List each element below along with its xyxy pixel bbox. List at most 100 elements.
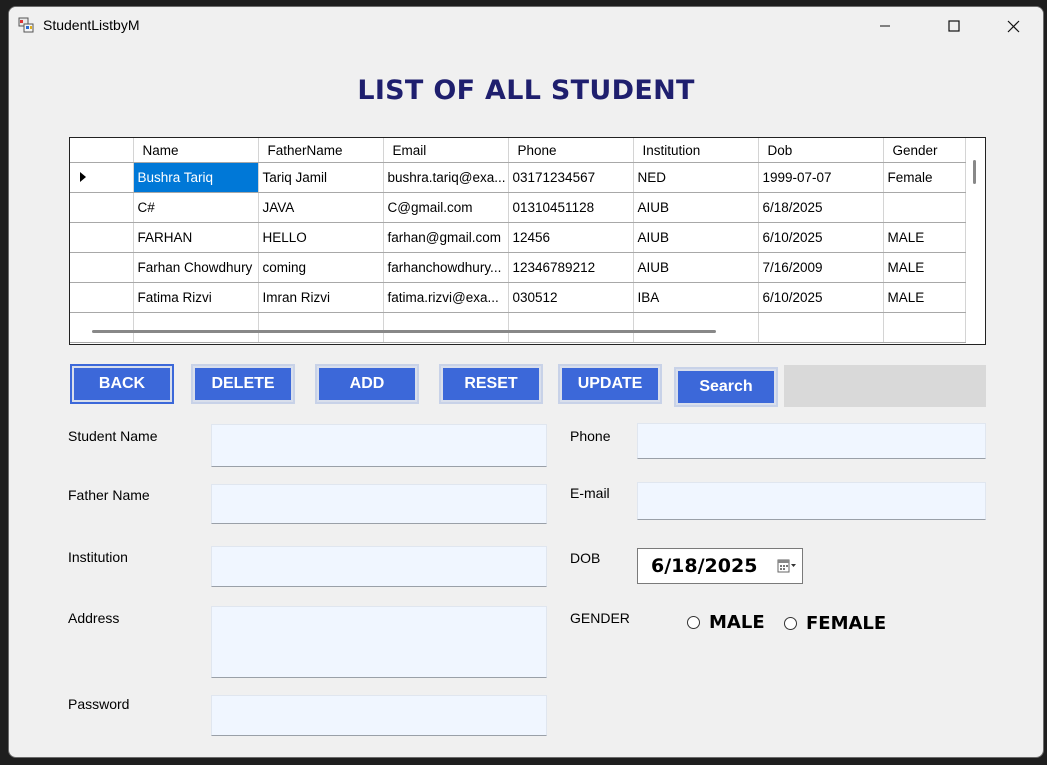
table-cell[interactable]: Imran Rizvi [258,282,384,313]
student-name-field[interactable] [211,424,547,467]
row-header[interactable] [70,222,134,253]
table-cell[interactable]: 12456 [508,222,634,253]
table-cell[interactable] [883,192,966,223]
table-cell[interactable]: 7/16/2009 [758,252,884,283]
row-header[interactable] [70,312,134,343]
back-button-label: BACK [74,368,170,400]
table-cell[interactable]: 1999-07-07 [758,162,884,193]
table-cell[interactable]: 6/10/2025 [758,222,884,253]
add-button[interactable]: ADD [315,364,419,404]
close-button[interactable] [990,7,1036,45]
table-cell[interactable] [883,312,966,343]
delete-button[interactable]: DELETE [191,364,295,404]
table-cell[interactable]: FARHAN [133,222,259,253]
table-cell[interactable]: fatima.rizvi@exa... [383,282,509,313]
dob-date-picker[interactable]: 6/18/2025 [637,548,803,584]
address-field[interactable] [211,606,547,678]
father-name-field[interactable] [211,484,547,524]
close-icon [1007,20,1019,32]
column-header-phone[interactable]: Phone [508,138,634,163]
row-header[interactable] [70,282,134,313]
vertical-scrollbar[interactable] [973,160,976,184]
phone-field[interactable] [637,423,986,459]
table-cell[interactable]: MALE [883,252,966,283]
table-cell[interactable]: coming [258,252,384,283]
table-cell[interactable]: 6/10/2025 [758,282,884,313]
table-cell[interactable]: Bushra Tariq [133,162,259,193]
page-title: LIST OF ALL STUDENT [357,75,695,106]
gender-label: GENDER [570,610,630,626]
table-cell[interactable]: 6/18/2025 [758,192,884,223]
window-title: StudentListbyM [43,17,140,33]
radio-circle-icon [784,617,797,630]
app-icon [18,17,34,33]
table-cell[interactable] [633,312,759,343]
table-row[interactable] [70,312,966,343]
reset-button[interactable]: RESET [439,364,543,404]
table-row[interactable]: FARHAN HELLO farhan@gmail.com 12456 AIUB… [70,222,966,253]
column-header-dob[interactable]: Dob [758,138,884,163]
table-cell[interactable]: MALE [883,282,966,313]
table-cell[interactable]: farhanchowdhury... [383,252,509,283]
table-cell[interactable]: Farhan Chowdhury [133,252,259,283]
table-cell[interactable]: farhan@gmail.com [383,222,509,253]
table-cell[interactable]: HELLO [258,222,384,253]
table-cell[interactable]: Female [883,162,966,193]
student-name-label: Student Name [68,428,158,444]
dob-value: 6/18/2025 [651,555,758,577]
horizontal-scrollbar[interactable] [92,330,716,333]
table-cell[interactable]: JAVA [258,192,384,223]
update-button[interactable]: UPDATE [558,364,662,404]
table-cell[interactable]: IBA [633,282,759,313]
maximize-button[interactable] [931,7,977,45]
table-row[interactable]: Bushra Tariq Tariq Jamil bushra.tariq@ex… [70,162,966,193]
table-row[interactable]: Fatima Rizvi Imran Rizvi fatima.rizvi@ex… [70,282,966,313]
calendar-dropdown-icon[interactable] [777,558,797,574]
column-header-gender[interactable]: Gender [883,138,966,163]
table-cell[interactable]: C# [133,192,259,223]
delete-button-label: DELETE [195,368,291,400]
table-cell[interactable]: 01310451128 [508,192,634,223]
table-row[interactable]: Farhan Chowdhury coming farhanchowdhury.… [70,252,966,283]
table-cell[interactable] [758,312,884,343]
table-cell[interactable] [258,312,384,343]
student-data-grid[interactable]: Name FatherName Email Phone Institution … [69,137,986,345]
column-header-email[interactable]: Email [383,138,509,163]
add-button-label: ADD [319,368,415,400]
minimize-button[interactable] [862,7,908,45]
password-field[interactable] [211,695,547,736]
institution-field[interactable] [211,546,547,587]
female-radio[interactable]: FEMALE [784,613,886,634]
search-button[interactable]: Search [674,367,778,407]
table-cell[interactable]: AIUB [633,252,759,283]
column-header-fathername[interactable]: FatherName [258,138,384,163]
table-cell[interactable]: NED [633,162,759,193]
row-header[interactable] [70,162,134,193]
table-cell[interactable] [133,312,259,343]
table-cell[interactable]: 03171234567 [508,162,634,193]
table-cell[interactable]: bushra.tariq@exa... [383,162,509,193]
table-row[interactable]: C# JAVA C@gmail.com 01310451128 AIUB 6/1… [70,192,966,223]
table-cell[interactable]: 12346789212 [508,252,634,283]
email-field[interactable] [637,482,986,520]
table-cell[interactable]: AIUB [633,192,759,223]
table-cell[interactable]: Fatima Rizvi [133,282,259,313]
column-header-name[interactable]: Name [133,138,259,163]
search-input[interactable] [784,365,986,407]
table-cell[interactable]: Tariq Jamil [258,162,384,193]
table-cell[interactable]: C@gmail.com [383,192,509,223]
row-header[interactable] [70,192,134,223]
institution-label: Institution [68,549,128,565]
row-header[interactable] [70,252,134,283]
column-header-institution[interactable]: Institution [633,138,759,163]
table-cell[interactable]: 030512 [508,282,634,313]
back-button[interactable]: BACK [70,364,174,404]
table-cell[interactable]: AIUB [633,222,759,253]
table-cell[interactable] [508,312,634,343]
table-cell[interactable] [383,312,509,343]
grid-corner-header [70,138,134,163]
update-button-label: UPDATE [562,368,658,400]
table-cell[interactable]: MALE [883,222,966,253]
radio-circle-icon [687,616,700,629]
male-radio[interactable]: MALE [687,612,765,633]
